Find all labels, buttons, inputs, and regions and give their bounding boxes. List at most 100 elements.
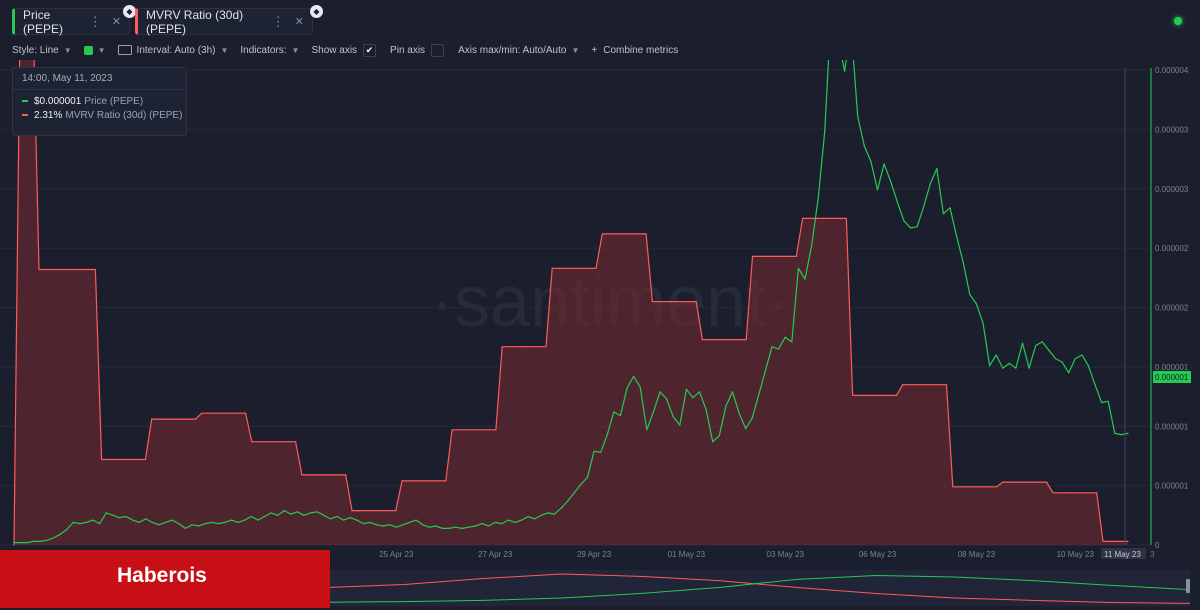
mvrv-point [883, 394, 885, 396]
pin-axis-toggle[interactable]: Pin axis [390, 43, 445, 57]
axis-maxmin-label: Axis max/min: Auto/Auto [458, 44, 567, 56]
price-point [165, 521, 167, 523]
mvrv-point [232, 412, 234, 414]
y-axis-ticks: 0.000004 0.000003 0.000003 0.000002 0.000002… [1155, 66, 1189, 550]
mvrv-point [989, 486, 991, 488]
mvrv-point [545, 346, 547, 348]
mvrv-point [726, 339, 729, 341]
x-cursor-label: 11 May 23 [1104, 550, 1141, 559]
mvrv-point [1108, 540, 1110, 542]
mvrv-point [201, 412, 203, 414]
mvrv-point [13, 544, 15, 546]
mvrv-point [470, 429, 472, 431]
price-point [1107, 400, 1109, 402]
price-point [99, 523, 101, 525]
close-icon[interactable]: ✕ [295, 15, 304, 28]
mvrv-point [270, 441, 272, 443]
price-point [705, 409, 707, 411]
price-point [343, 519, 345, 521]
indicators-dropdown[interactable]: Indicators: ▼ [240, 45, 299, 56]
price-point [778, 348, 780, 350]
color-picker[interactable]: ▼ [83, 45, 106, 55]
price-point [626, 387, 628, 389]
price-point [395, 526, 397, 528]
mvrv-point [852, 394, 854, 396]
navigator-right-handle[interactable] [1186, 579, 1190, 593]
metric-chip-mvrv-label: MVRV Ratio (30d) (PEPE) [146, 7, 244, 36]
mvrv-swatch [22, 114, 28, 116]
chevron-down-icon: ▼ [97, 45, 106, 55]
mvrv-point [908, 384, 910, 386]
mvrv-point [601, 233, 603, 235]
mvrv-point [1058, 492, 1060, 494]
checkbox-checked-icon[interactable]: ✔ [363, 43, 377, 57]
price-point [178, 523, 180, 525]
mvrv-point [357, 510, 359, 512]
chevron-down-icon: ▼ [571, 45, 580, 55]
price-point [534, 518, 536, 520]
price-point [323, 514, 325, 516]
mvrv-point [758, 255, 760, 257]
price-point [382, 525, 384, 527]
mvrv-point [169, 418, 172, 420]
mvrv-point [764, 255, 766, 257]
price-point [244, 519, 246, 521]
price-mvrv-chart[interactable]: ·santiment· 0.0000040.0000030.0000030.00… [0, 60, 1200, 570]
mvrv-point [933, 384, 935, 386]
mvrv-point [182, 418, 184, 420]
price-point [982, 322, 984, 324]
more-icon[interactable]: ⋮ [272, 14, 285, 30]
mvrv-point [776, 255, 779, 257]
mvrv-point [958, 486, 960, 488]
mvrv-point [194, 418, 197, 420]
mvrv-point [1021, 481, 1023, 483]
mvrv-point [1071, 492, 1073, 494]
combine-metrics-button[interactable]: + Combine metrics [591, 45, 678, 56]
price-point [448, 527, 450, 529]
interval-dropdown[interactable]: Interval: Auto (3h) ▼ [117, 45, 228, 56]
brand-name: Haberois [117, 564, 207, 587]
mvrv-point [983, 486, 985, 488]
price-point [547, 512, 549, 514]
y-tick-label: 0.000001 [1155, 482, 1189, 491]
show-axis-toggle[interactable]: Show axis ✔ [311, 43, 377, 57]
style-dropdown[interactable]: Style: Line ▼ [12, 45, 72, 56]
mvrv-point [614, 233, 616, 235]
metric-chip-price[interactable]: Price (PEPE) ⋮ ✕ ◆ [12, 5, 136, 36]
y-tick-label: 0.000004 [1155, 66, 1189, 75]
price-swatch [22, 100, 28, 102]
axis-maxmin-dropdown[interactable]: Axis max/min: Auto/Auto ▼ [458, 45, 579, 56]
style-label: Style: Line [12, 44, 59, 56]
metric-chip-mvrv[interactable]: MVRV Ratio (30d) (PEPE) ⋮ ✕ ◆ [135, 5, 323, 36]
y-tick-label: 0.000003 [1155, 125, 1189, 134]
price-point [956, 235, 958, 237]
chart-tooltip: 14:00, May 11, 2023 $0.000001 Price (PEP… [12, 67, 187, 136]
mvrv-point [589, 267, 591, 269]
price-point [606, 434, 608, 436]
x-tick-label: 10 May 23 [1057, 550, 1095, 559]
mvrv-point [276, 441, 278, 443]
mvrv-point [44, 268, 46, 271]
x-tick-label: 27 Apr 23 [478, 550, 513, 559]
plus-icon: + [591, 44, 598, 56]
price-point [1028, 367, 1030, 369]
mvrv-point [63, 268, 65, 271]
mvrv-point [695, 301, 697, 303]
price-point [975, 303, 978, 305]
more-icon[interactable]: ⋮ [89, 14, 102, 30]
mvrv-point [1077, 492, 1079, 494]
price-point [659, 391, 661, 393]
price-point [316, 511, 318, 513]
checkbox-unchecked-icon[interactable] [431, 43, 445, 57]
live-status-dot [1174, 17, 1182, 25]
mvrv-point [795, 255, 797, 257]
price-point [217, 523, 219, 525]
price-point [191, 524, 193, 526]
price-point [283, 510, 285, 512]
mvrv-point [745, 339, 747, 341]
mvrv-point [701, 339, 704, 341]
mvrv-point [138, 458, 140, 461]
mvrv-point [739, 339, 741, 341]
close-icon[interactable]: ✕ [112, 15, 121, 28]
price-point [1081, 354, 1083, 356]
